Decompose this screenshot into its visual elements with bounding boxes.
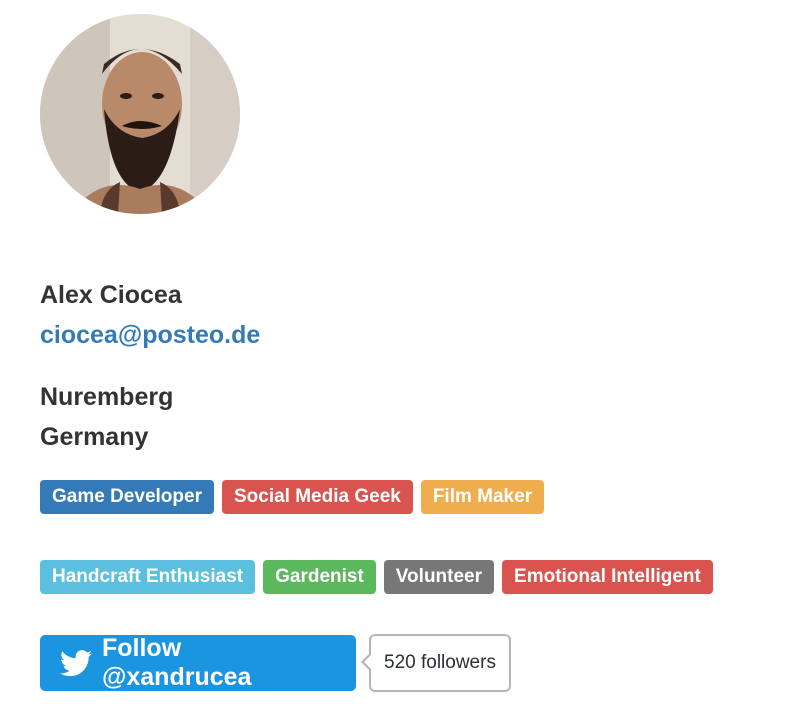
email-link[interactable]: ciocea@posteo.de xyxy=(40,318,260,352)
tag-row-1: Game Developer Social Media Geek Film Ma… xyxy=(40,480,545,514)
location-country: Germany xyxy=(40,423,149,451)
tag-film-maker: Film Maker xyxy=(420,480,545,514)
tag-gardenist: Gardenist xyxy=(263,560,376,594)
tag-emotional-intelligent: Emotional Intelligent xyxy=(502,560,713,594)
tag-handcraft-enthusiast: Handcraft Enthusiast xyxy=(40,560,256,594)
bubble-arrow-inner xyxy=(364,655,371,669)
followers-label: 520 followers xyxy=(384,652,496,673)
profile-name: Alex Ciocea xyxy=(40,281,182,309)
twitter-follow-widget: Follow @xandrucea 520 followers xyxy=(40,634,511,692)
location-city: Nuremberg xyxy=(40,383,174,411)
tag-volunteer: Volunteer xyxy=(383,560,495,594)
tag-social-media-geek: Social Media Geek xyxy=(221,480,413,514)
twitter-bird-icon xyxy=(60,649,92,677)
location: Nuremberg Germany xyxy=(40,377,173,457)
twitter-follow-button[interactable]: Follow @xandrucea xyxy=(40,634,356,691)
follow-label: Follow @xandrucea xyxy=(102,634,252,691)
tag-row-2: Handcraft Enthusiast Gardenist Volunteer… xyxy=(40,560,713,594)
followers-count[interactable]: 520 followers xyxy=(361,634,511,692)
tag-game-developer: Game Developer xyxy=(40,480,214,514)
avatar xyxy=(40,14,240,214)
